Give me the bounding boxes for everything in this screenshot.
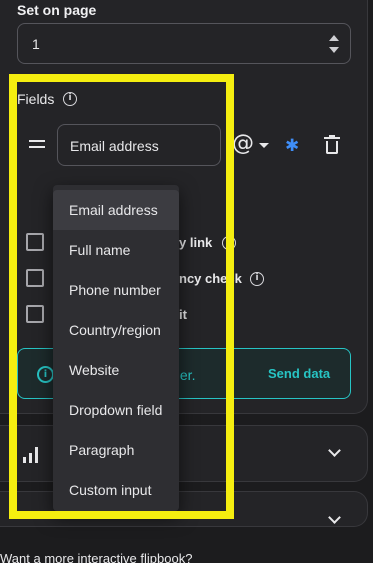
chevron-down-icon[interactable]: [328, 511, 341, 524]
at-sign-icon[interactable]: @: [232, 131, 254, 156]
set-on-page-label: Set on page: [17, 2, 97, 18]
option-2-info-icon[interactable]: i: [250, 272, 264, 286]
caret-down-icon[interactable]: [259, 143, 269, 148]
highlight-box: [9, 74, 234, 519]
set-on-page-input[interactable]: 1: [17, 23, 351, 64]
asterisk-icon[interactable]: ✱: [285, 136, 299, 156]
send-data-button[interactable]: Send data: [268, 366, 330, 381]
trash-icon[interactable]: [324, 135, 340, 154]
number-spinner-icon[interactable]: [329, 35, 339, 53]
chevron-down-icon[interactable]: [328, 444, 341, 457]
footer-text: Want a more interactive flipbook?: [0, 551, 193, 563]
set-on-page-value: 1: [32, 36, 40, 52]
